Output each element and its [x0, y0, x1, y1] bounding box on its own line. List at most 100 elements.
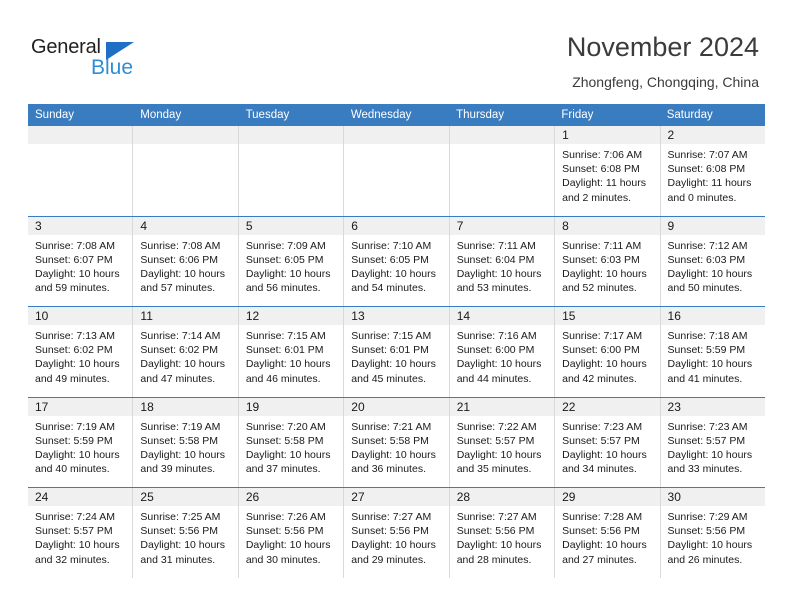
daylight-text-line1: Daylight: 10 hours	[351, 448, 436, 461]
day-cell[interactable]: 14 Sunrise: 7:16 AM Sunset: 6:00 PM Dayl…	[449, 307, 556, 397]
day-cell[interactable]: 20 Sunrise: 7:21 AM Sunset: 5:58 PM Dayl…	[344, 397, 450, 487]
day-cell[interactable]: 7 Sunrise: 7:11 AM Sunset: 6:04 PM Dayli…	[449, 216, 556, 306]
day-cell[interactable]: 29 Sunrise: 7:28 AM Sunset: 5:56 PM Dayl…	[555, 488, 661, 578]
day-number: 25	[133, 488, 238, 506]
day-cell[interactable]: 15 Sunrise: 7:17 AM Sunset: 6:00 PM Dayl…	[555, 307, 661, 397]
daylight-text-line1: Daylight: 10 hours	[456, 267, 542, 280]
daylight-text-line1: Daylight: 10 hours	[245, 358, 331, 371]
daylight-text-line1: Daylight: 10 hours	[562, 539, 647, 552]
day-cell[interactable]: 19 Sunrise: 7:20 AM Sunset: 5:58 PM Dayl…	[238, 397, 345, 487]
day-cell[interactable]: 9 Sunrise: 7:12 AM Sunset: 6:03 PM Dayli…	[660, 216, 765, 307]
week-row: 10 Sunrise: 7:13 AM Sunset: 6:02 PM Dayl…	[28, 306, 765, 397]
day-info: Sunrise: 7:19 AM Sunset: 5:58 PM Dayligh…	[133, 416, 237, 477]
weekday-friday: Friday	[561, 109, 594, 121]
sunrise-text: Sunrise: 7:28 AM	[562, 511, 643, 523]
day-cell[interactable]: 27 Sunrise: 7:27 AM Sunset: 5:56 PM Dayl…	[344, 488, 450, 578]
day-cell[interactable]: 6 Sunrise: 7:10 AM Sunset: 6:05 PM Dayli…	[344, 216, 450, 306]
day-cell[interactable]: 10 Sunrise: 7:13 AM Sunset: 6:02 PM Dayl…	[28, 307, 134, 397]
day-cell[interactable]: 16 Sunrise: 7:18 AM Sunset: 5:59 PM Dayl…	[660, 307, 765, 397]
day-info: Sunrise: 7:19 AM Sunset: 5:59 PM Dayligh…	[28, 416, 132, 477]
day-number: 9	[660, 216, 765, 235]
sunrise-text: Sunrise: 7:16 AM	[456, 330, 537, 342]
day-number: 20	[344, 397, 449, 416]
day-cell[interactable]: 23 Sunrise: 7:23 AM Sunset: 5:57 PM Dayl…	[660, 397, 765, 488]
day-cell[interactable]: 1 Sunrise: 7:06 AM Sunset: 6:08 PM Dayli…	[555, 126, 661, 216]
daylight-text-line2: and 52 minutes.	[562, 282, 637, 295]
daylight-text-line2: and 32 minutes.	[35, 553, 110, 566]
day-cell[interactable]	[238, 126, 345, 216]
day-cell[interactable]: 18 Sunrise: 7:19 AM Sunset: 5:58 PM Dayl…	[133, 397, 239, 487]
day-info: Sunrise: 7:23 AM Sunset: 5:57 PM Dayligh…	[555, 416, 659, 477]
day-cell[interactable]: 5 Sunrise: 7:09 AM Sunset: 6:05 PM Dayli…	[238, 216, 345, 306]
daylight-text-line2: and 29 minutes.	[351, 553, 426, 566]
sunset-text: Sunset: 5:56 PM	[667, 525, 746, 538]
day-cell[interactable]: 30 Sunrise: 7:29 AM Sunset: 5:56 PM Dayl…	[660, 488, 765, 578]
daylight-text-line1: Daylight: 10 hours	[667, 539, 753, 552]
day-number	[28, 126, 133, 144]
sunset-text: Sunset: 6:02 PM	[140, 344, 219, 357]
day-cell[interactable]: 28 Sunrise: 7:27 AM Sunset: 5:56 PM Dayl…	[449, 488, 556, 578]
day-cell[interactable]: 12 Sunrise: 7:15 AM Sunset: 6:01 PM Dayl…	[238, 307, 345, 397]
sunrise-text: Sunrise: 7:10 AM	[351, 239, 432, 252]
day-number: 28	[449, 488, 555, 506]
sunrise-text: Sunrise: 7:08 AM	[140, 239, 221, 252]
day-info: Sunrise: 7:11 AM Sunset: 6:03 PM Dayligh…	[555, 235, 659, 296]
day-cell[interactable]: 4 Sunrise: 7:08 AM Sunset: 6:06 PM Dayli…	[133, 216, 239, 306]
daylight-text-line2: and 53 minutes.	[456, 282, 532, 295]
sunset-text: Sunset: 6:05 PM	[351, 253, 429, 266]
day-cell[interactable]: 13 Sunrise: 7:15 AM Sunset: 6:01 PM Dayl…	[344, 307, 450, 397]
general-blue-logo[interactable]: General Blue	[31, 36, 161, 84]
daylight-text-line1: Daylight: 10 hours	[456, 448, 542, 461]
day-cell[interactable]	[449, 126, 556, 216]
day-cell[interactable]: 22 Sunrise: 7:23 AM Sunset: 5:57 PM Dayl…	[555, 397, 661, 487]
sunrise-text: Sunrise: 7:27 AM	[456, 511, 537, 523]
sunset-text: Sunset: 5:57 PM	[35, 525, 113, 538]
sunrise-text: Sunrise: 7:22 AM	[456, 420, 537, 433]
day-cell[interactable]: 2 Sunrise: 7:07 AM Sunset: 6:08 PM Dayli…	[660, 126, 765, 216]
daylight-text-line1: Daylight: 10 hours	[140, 267, 226, 280]
sunrise-text: Sunrise: 7:23 AM	[562, 420, 643, 433]
day-cell[interactable]: 8 Sunrise: 7:11 AM Sunset: 6:03 PM Dayli…	[555, 216, 661, 306]
day-info: Sunrise: 7:29 AM Sunset: 5:56 PM Dayligh…	[661, 506, 765, 567]
page-subtitle: Zhongfeng, Chongqing, China	[572, 74, 759, 90]
day-cell[interactable]: 24 Sunrise: 7:24 AM Sunset: 5:57 PM Dayl…	[28, 488, 134, 578]
sunset-text: Sunset: 6:03 PM	[562, 253, 640, 266]
day-cell[interactable]	[133, 126, 239, 216]
daylight-text-line2: and 49 minutes.	[35, 372, 110, 385]
day-cell[interactable]	[344, 126, 450, 216]
sunset-text: Sunset: 5:59 PM	[35, 434, 113, 447]
day-info: Sunrise: 7:18 AM Sunset: 5:59 PM Dayligh…	[661, 325, 765, 386]
day-info: Sunrise: 7:11 AM Sunset: 6:04 PM Dayligh…	[450, 235, 554, 296]
day-cell[interactable]: 11 Sunrise: 7:14 AM Sunset: 6:02 PM Dayl…	[133, 307, 239, 397]
daylight-text-line2: and 35 minutes.	[456, 463, 532, 476]
day-info: Sunrise: 7:09 AM Sunset: 6:05 PM Dayligh…	[239, 235, 343, 296]
sunrise-text: Sunrise: 7:06 AM	[562, 149, 643, 161]
daylight-text-line2: and 40 minutes.	[35, 463, 110, 476]
day-info	[28, 144, 132, 148]
calendar-page: General Blue November 2024 Zhongfeng, Ch…	[0, 0, 792, 612]
sunrise-text: Sunrise: 7:17 AM	[562, 330, 643, 342]
daylight-text-line2: and 28 minutes.	[456, 553, 532, 566]
sunset-text: Sunset: 6:04 PM	[456, 253, 535, 266]
day-cell[interactable]: 17 Sunrise: 7:19 AM Sunset: 5:59 PM Dayl…	[28, 397, 134, 487]
day-info	[450, 144, 554, 148]
day-cell[interactable]: 3 Sunrise: 7:08 AM Sunset: 6:07 PM Dayli…	[28, 216, 134, 306]
logo-text-blue: Blue	[91, 56, 134, 79]
sunset-text: Sunset: 5:56 PM	[456, 525, 535, 538]
day-cell[interactable]: 25 Sunrise: 7:25 AM Sunset: 5:56 PM Dayl…	[133, 488, 239, 578]
day-number: 6	[344, 216, 449, 235]
day-cell[interactable]: 21 Sunrise: 7:22 AM Sunset: 5:57 PM Dayl…	[449, 397, 556, 487]
daylight-text-line2: and 50 minutes.	[667, 282, 743, 295]
daylight-text-line2: and 33 minutes.	[667, 463, 743, 476]
day-info: Sunrise: 7:24 AM Sunset: 5:57 PM Dayligh…	[28, 506, 132, 567]
day-cell[interactable]: 26 Sunrise: 7:26 AM Sunset: 5:56 PM Dayl…	[238, 488, 345, 578]
sunset-text: Sunset: 6:00 PM	[456, 344, 535, 357]
day-number: 19	[238, 397, 344, 416]
daylight-text-line1: Daylight: 10 hours	[562, 267, 647, 280]
sunrise-text: Sunrise: 7:25 AM	[140, 511, 221, 523]
daylight-text-line2: and 37 minutes.	[245, 463, 321, 476]
day-number: 13	[344, 307, 449, 325]
day-cell[interactable]	[28, 126, 134, 216]
daylight-text-line2: and 27 minutes.	[562, 553, 637, 566]
day-number: 27	[344, 488, 449, 506]
